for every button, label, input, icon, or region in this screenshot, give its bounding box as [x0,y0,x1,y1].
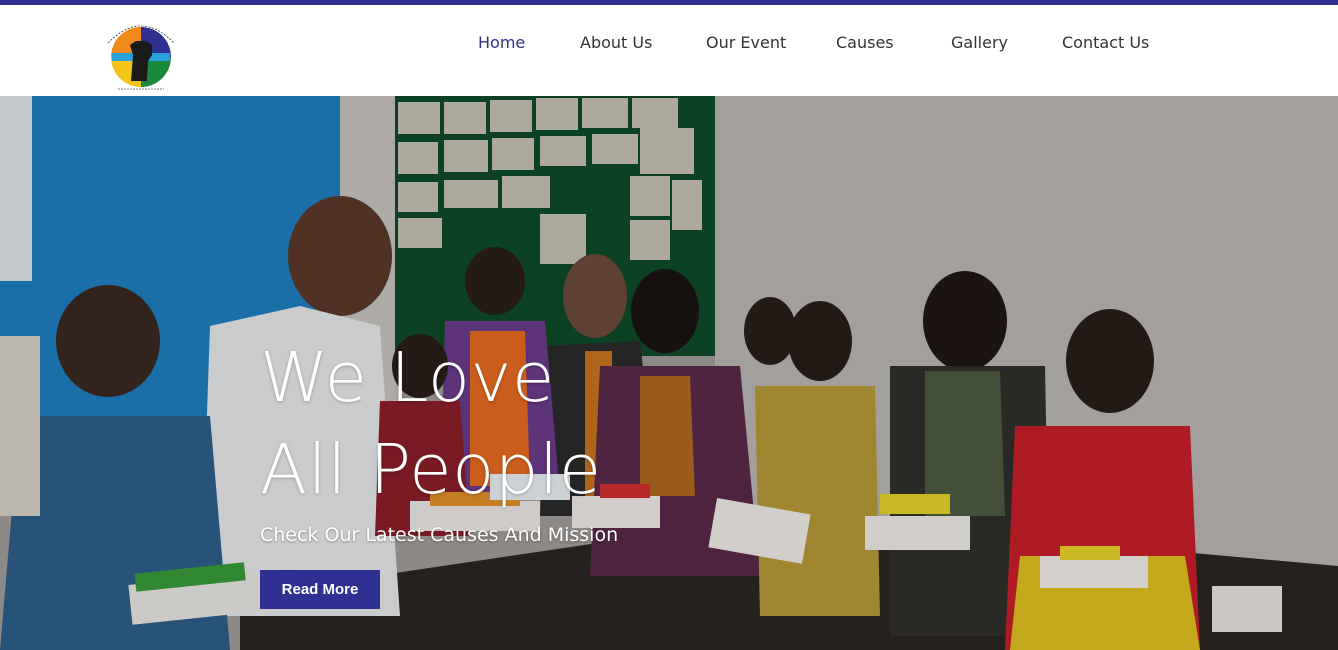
hero-title-line-2: All People [260,430,602,510]
hero-title-line-1: We Love [260,338,555,418]
hero-subtitle: Check Our Latest Causes And Mission [260,524,619,546]
site-header: Home About Us Our Event Causes Gallery C… [0,5,1338,96]
nav-our-event[interactable]: Our Event [706,33,786,52]
read-more-button[interactable]: Read More [260,570,380,609]
hero-title: We Love All People [260,332,602,516]
nav-gallery[interactable]: Gallery [951,33,1008,52]
nav-home[interactable]: Home [478,33,525,52]
nav-about-us[interactable]: About Us [580,33,652,52]
nav-contact-us[interactable]: Contact Us [1062,33,1149,52]
hero-banner: We Love All People Check Our Latest Caus… [0,96,1338,650]
nav-causes[interactable]: Causes [836,33,894,52]
main-nav: Home About Us Our Event Causes Gallery C… [0,5,1338,96]
hero-photo [0,96,1338,650]
